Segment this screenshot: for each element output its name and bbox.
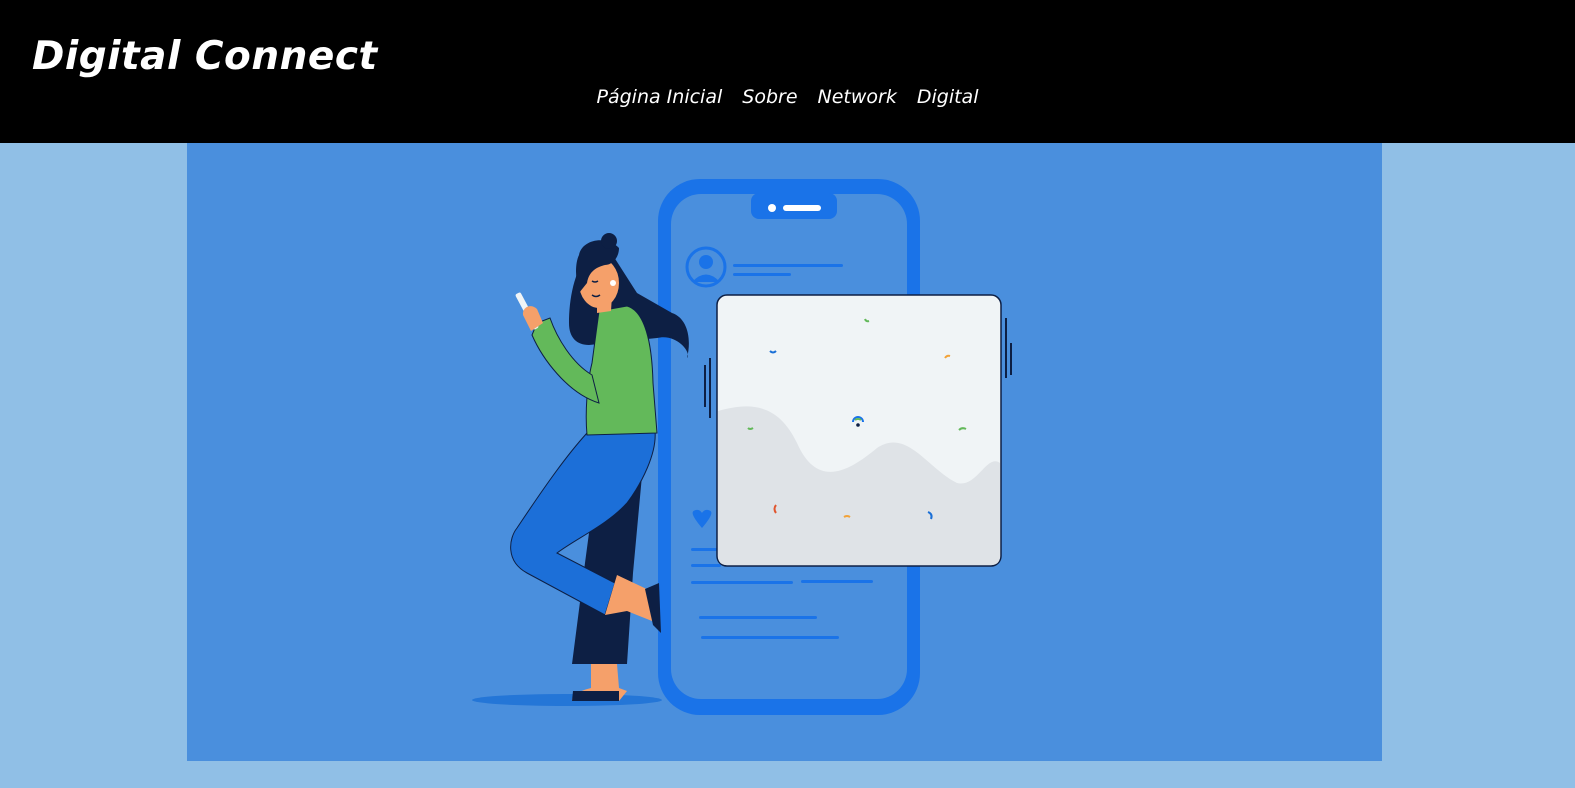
main-nav: Página Inicial Sobre Network Digital [0, 86, 1575, 108]
ground-shadow [472, 694, 662, 706]
nav-link-digital[interactable]: Digital [917, 86, 979, 108]
nav-link-home[interactable]: Página Inicial [597, 86, 723, 108]
hero-banner [187, 143, 1382, 761]
hero-illustration [472, 179, 1012, 715]
nav-link-about[interactable]: Sobre [742, 86, 797, 108]
nav-link-network[interactable]: Network [818, 86, 897, 108]
page: Digital Connect Página Inicial Sobre Net… [0, 0, 1575, 788]
site-header: Digital Connect Página Inicial Sobre Net… [0, 0, 1575, 143]
brand-logo[interactable]: Digital Connect [32, 34, 378, 79]
image-card [716, 294, 1002, 567]
